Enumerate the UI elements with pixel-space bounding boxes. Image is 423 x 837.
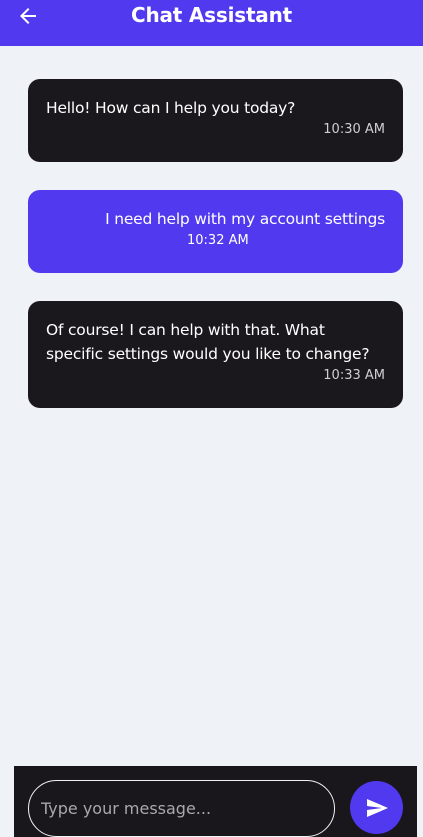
message-input[interactable]: [28, 780, 335, 837]
message-composer: [14, 766, 417, 837]
message-time: 10:33 AM: [323, 368, 385, 383]
header-bar: Chat Assistant: [0, 0, 423, 46]
message-text: I need help with my account settings: [105, 210, 385, 228]
message-time: 10:32 AM: [187, 233, 249, 248]
message-text: Hello! How can I help you today?: [46, 99, 296, 117]
message-time: 10:30 AM: [323, 122, 385, 137]
send-icon: [367, 799, 388, 817]
send-button[interactable]: [350, 781, 403, 834]
page-title: Chat Assistant: [130, 3, 293, 27]
chat-message-user: I need help with my account settings 10:…: [28, 190, 403, 273]
message-text: Of course! I can help with that. What sp…: [46, 321, 370, 363]
chat-message-bot: Hello! How can I help you today? 10:30 A…: [28, 79, 403, 162]
chat-message-bot: Of course! I can help with that. What sp…: [28, 301, 403, 408]
